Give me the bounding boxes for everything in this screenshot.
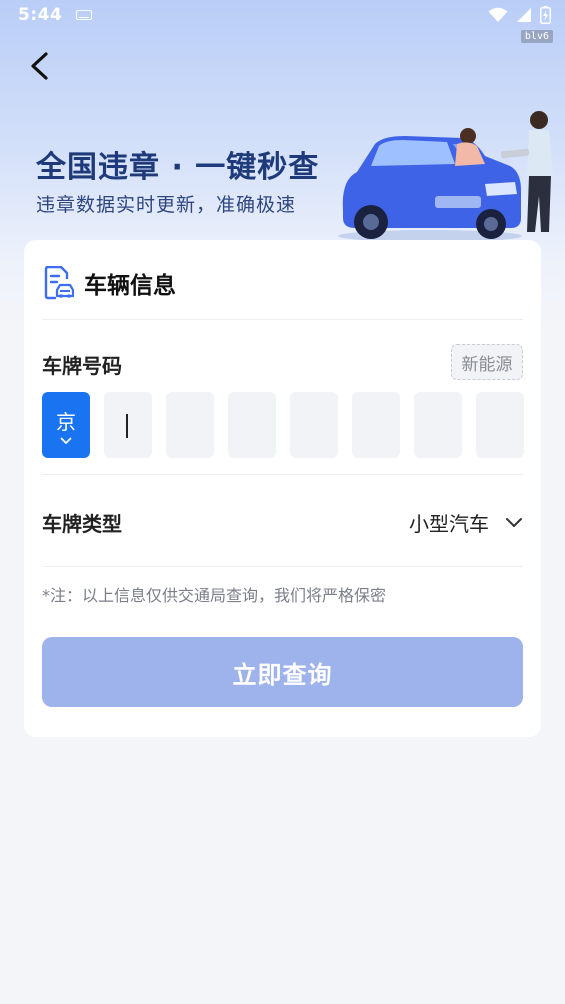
query-button[interactable]: 立即查询 — [42, 637, 523, 707]
plate-char-input[interactable] — [352, 392, 400, 458]
plate-char-input[interactable] — [104, 392, 152, 458]
plate-char-input[interactable] — [476, 392, 524, 458]
plate-type-value: 小型汽车 — [409, 512, 489, 536]
status-icons — [488, 6, 551, 24]
build-tag: blv6 — [520, 30, 553, 43]
vehicle-info-card: 车辆信息 车牌号码 新能源 京 车牌类型 小型汽车 *注：以上信息仅供交通局查询… — [24, 240, 541, 737]
plate-char-input[interactable] — [414, 392, 462, 458]
chevron-down-icon — [60, 437, 72, 444]
type-divider — [42, 566, 523, 567]
battery-icon — [540, 6, 551, 24]
keyboard-icon — [76, 10, 93, 20]
chevron-left-icon — [31, 52, 48, 80]
card-title: 车辆信息 — [84, 273, 176, 299]
text-cursor — [126, 414, 128, 438]
car-illustration — [338, 111, 553, 242]
vehicle-document-icon — [44, 266, 74, 300]
hero-title: 全国违章 · 一键秒查 — [36, 150, 320, 185]
province-selector[interactable]: 京 — [42, 392, 90, 458]
card-header: 车辆信息 — [42, 266, 176, 300]
plate-input-row: 京 — [42, 392, 524, 458]
privacy-note: *注：以上信息仅供交通局查询，我们将严格保密 — [42, 586, 387, 605]
new-energy-toggle[interactable]: 新能源 — [451, 344, 523, 380]
wifi-icon — [488, 7, 508, 22]
status-time: 5:44 — [18, 5, 63, 25]
plate-type-select[interactable]: 小型汽车 — [409, 508, 523, 537]
chevron-down-icon — [506, 517, 522, 527]
cell-signal-icon — [517, 8, 531, 22]
back-button[interactable] — [22, 46, 58, 86]
plate-char-input[interactable] — [166, 392, 214, 458]
hero-subtitle: 违章数据实时更新，准确极速 — [36, 194, 297, 216]
plate-type-label: 车牌类型 — [42, 512, 122, 536]
plate-divider — [42, 474, 523, 475]
status-bar: 5:44 — [0, 0, 565, 30]
province-value: 京 — [56, 409, 76, 434]
plate-char-input[interactable] — [290, 392, 338, 458]
plate-char-input[interactable] — [228, 392, 276, 458]
header-divider — [42, 319, 523, 320]
plate-number-label: 车牌号码 — [42, 354, 122, 378]
